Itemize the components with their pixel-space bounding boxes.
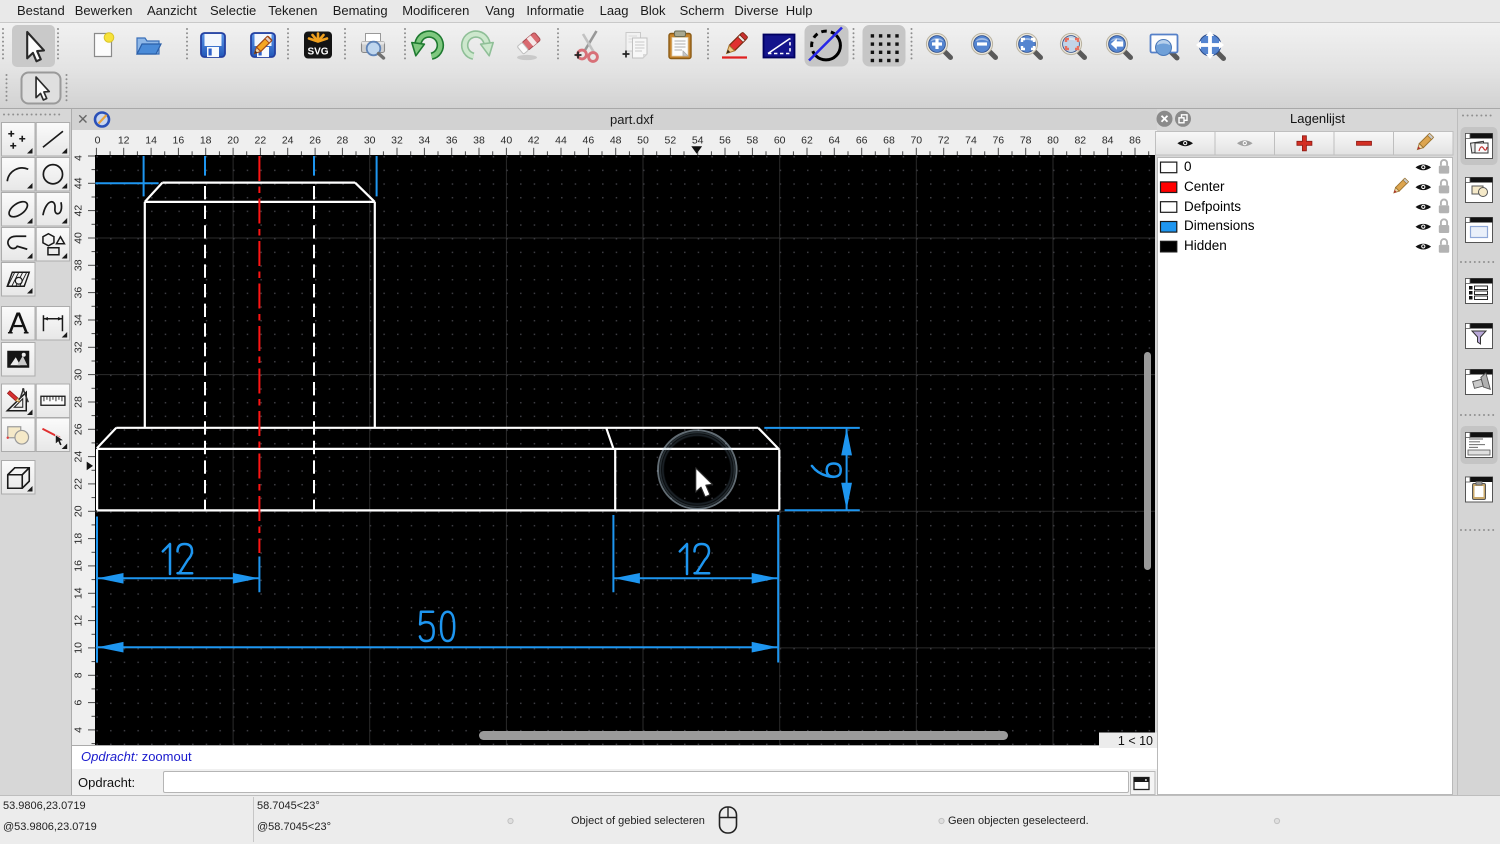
svg-text:1 < 10: 1 < 10	[1118, 734, 1153, 748]
svg-text:SVG: SVG	[307, 47, 328, 58]
